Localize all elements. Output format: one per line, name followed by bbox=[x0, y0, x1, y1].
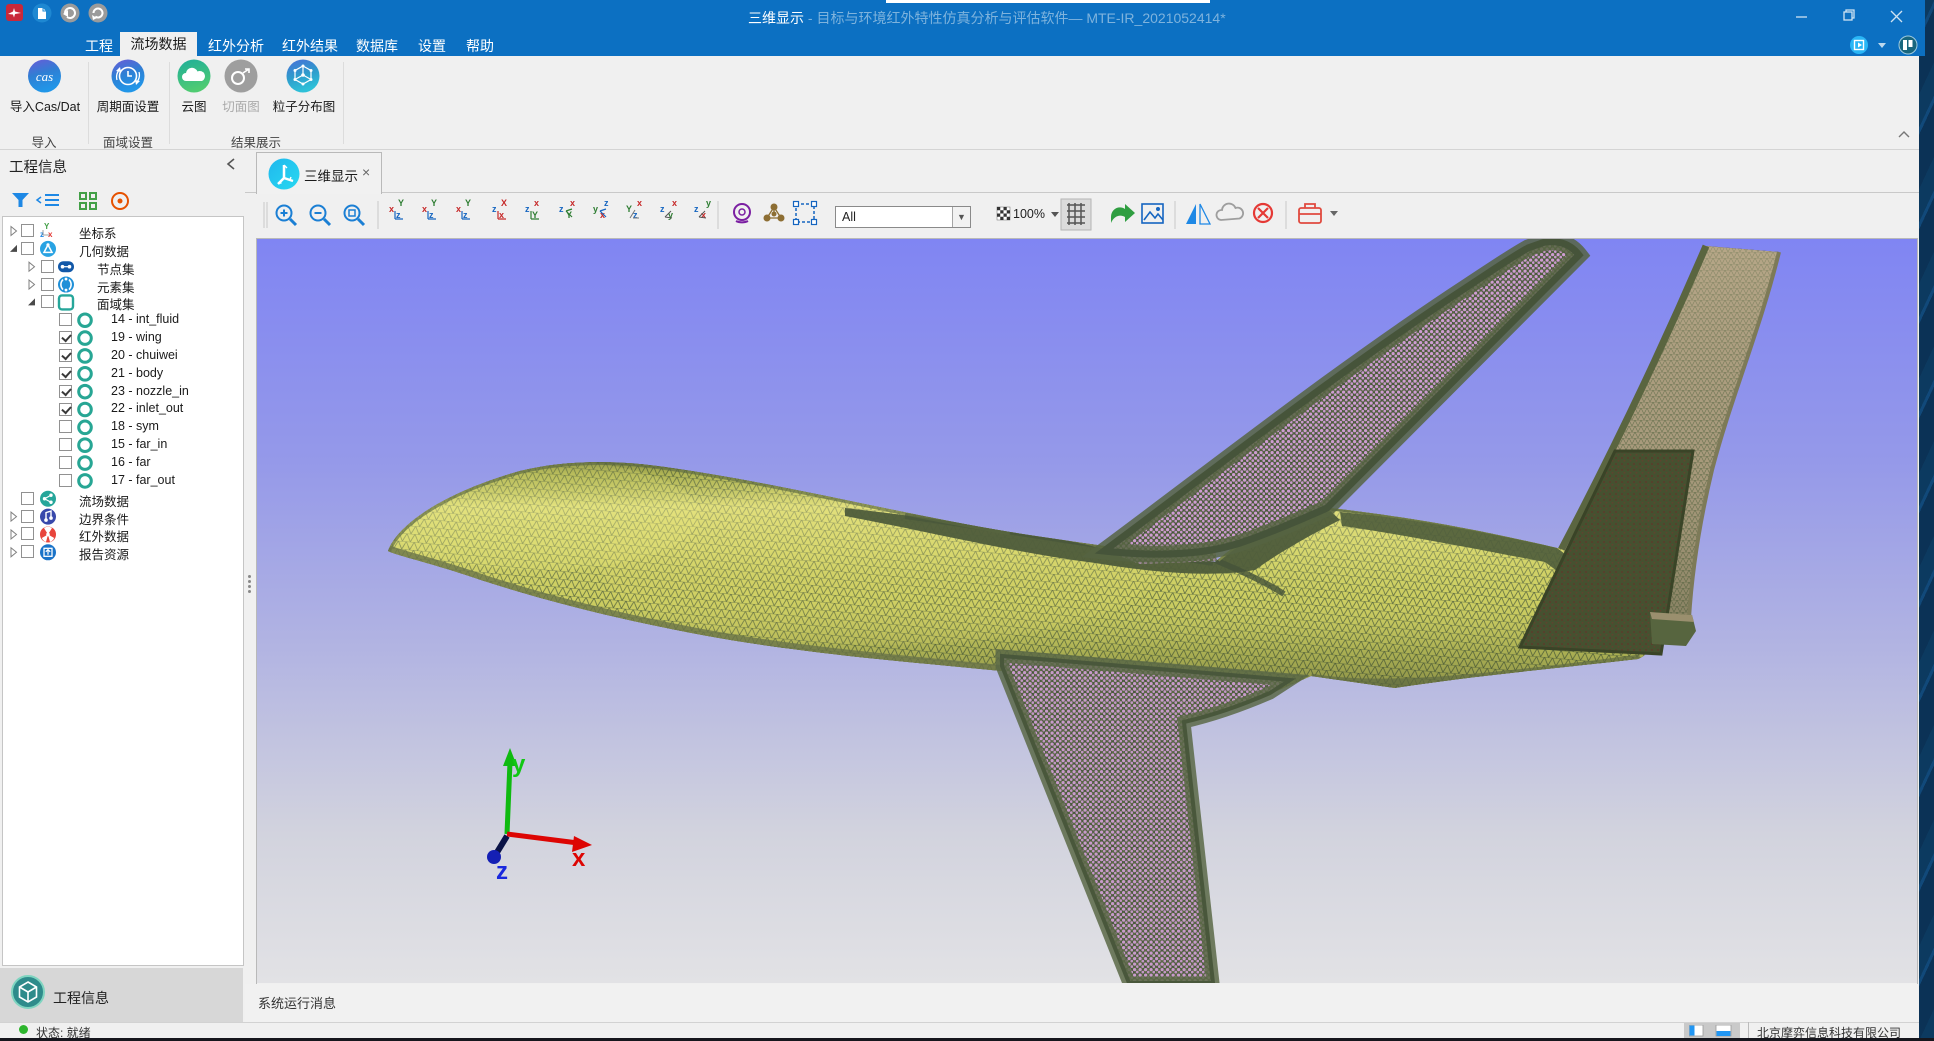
svg-text:x: x bbox=[570, 198, 575, 208]
svg-text:Y: Y bbox=[626, 204, 632, 214]
svg-text:Y: Y bbox=[398, 198, 404, 208]
svg-text:X: X bbox=[501, 198, 507, 208]
svg-text:y: y bbox=[593, 204, 598, 214]
svg-text:z: z bbox=[694, 204, 699, 214]
svg-text:x: x bbox=[534, 198, 539, 208]
svg-text:x: x bbox=[389, 204, 394, 214]
svg-text:x: x bbox=[637, 198, 642, 208]
svg-text:y: y bbox=[706, 198, 711, 208]
svg-text:x: x bbox=[672, 198, 677, 208]
svg-text:x: x bbox=[48, 230, 53, 239]
svg-text:z: z bbox=[496, 858, 508, 885]
svg-text:z: z bbox=[492, 204, 497, 214]
svg-text:y: y bbox=[512, 751, 526, 778]
svg-text:z: z bbox=[525, 204, 530, 214]
svg-text:cas: cas bbox=[36, 69, 53, 84]
svg-text:x: x bbox=[701, 210, 706, 220]
svg-text:x: x bbox=[572, 845, 586, 872]
svg-text:z: z bbox=[559, 204, 564, 214]
svg-text:z: z bbox=[660, 204, 665, 214]
svg-text:z: z bbox=[604, 198, 609, 208]
